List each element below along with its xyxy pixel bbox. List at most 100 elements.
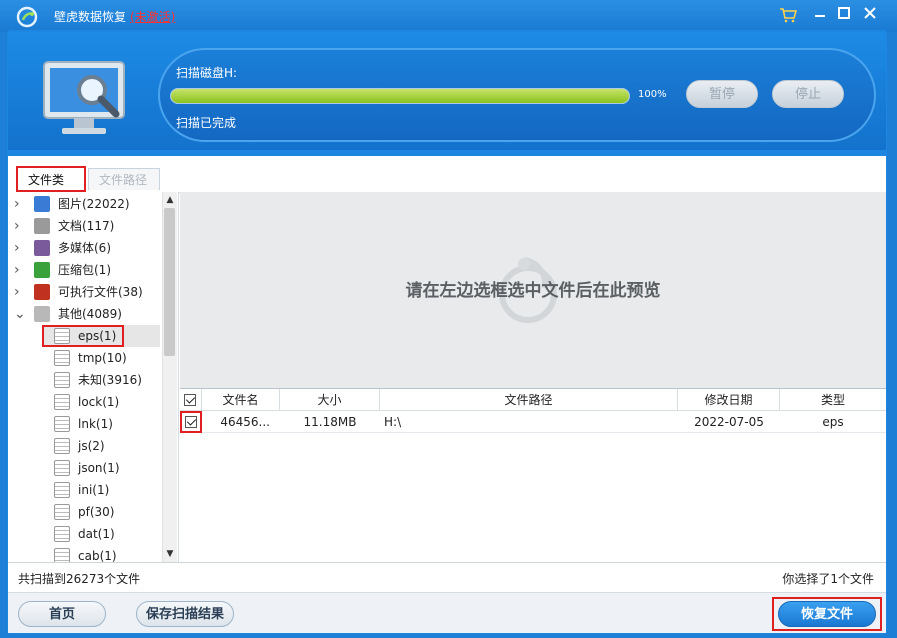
home-button[interactable]: 首页: [18, 601, 106, 627]
scan-header: 扫描磁盘H: 100% 扫描已完成 暂停 停止: [8, 32, 886, 150]
scroll-down-arrow-icon[interactable]: ▼: [163, 546, 177, 562]
selected-item-highlight: [42, 325, 124, 347]
file-icon: [54, 372, 70, 388]
tree-subitem[interactable]: tmp(10): [8, 347, 160, 369]
cell-path: H:\: [380, 411, 678, 433]
file-table: 文件名 大小 文件路径 修改日期 类型 46456... 11.18MB H:\…: [180, 388, 886, 563]
chevron-down-icon[interactable]: ⌄: [14, 303, 26, 325]
status-bar: 共扫描到26273个文件 你选择了1个文件: [8, 562, 886, 591]
tree-item-label: 文档(117): [58, 219, 115, 233]
pause-button[interactable]: 暂停: [686, 80, 758, 108]
progress-fill: [171, 89, 629, 103]
chevron-right-icon[interactable]: ›: [14, 281, 24, 303]
tab-file-type[interactable]: 文件类型: [16, 166, 86, 211]
tree-category[interactable]: › 压缩包(1): [8, 259, 160, 281]
app-title: 壁虎数据恢复: [54, 10, 127, 24]
tree-category[interactable]: › 图片(22022): [8, 193, 160, 215]
tab-bar: 文件类型 文件路径: [8, 156, 886, 211]
bottom-bar: 首页 保存扫描结果 恢复文件: [8, 592, 886, 633]
tree-category[interactable]: › 多媒体(6): [8, 237, 160, 259]
tree-item-label: dat(1): [78, 527, 115, 541]
file-icon: [54, 350, 70, 366]
tree-item-label: lock(1): [78, 395, 120, 409]
file-type-tree: › 图片(22022) › 文档(117) › 多媒体(6) › 压缩包(1) › 可执行文件(3…: [8, 192, 179, 562]
scan-total-count: 共扫描到26273个文件: [18, 572, 141, 586]
tree-item-label: tmp(10): [78, 351, 127, 365]
file-icon: [54, 460, 70, 476]
archive-icon: [34, 262, 50, 278]
select-all-checkbox[interactable]: [184, 394, 196, 406]
progress-panel: 扫描磁盘H: 100% 扫描已完成 暂停 停止: [158, 48, 876, 142]
scan-status-text: 扫描已完成: [176, 116, 237, 130]
tab-file-path[interactable]: 文件路径: [88, 168, 160, 190]
tree-subitem[interactable]: dat(1): [8, 523, 160, 545]
chevron-right-icon[interactable]: ›: [14, 215, 24, 237]
computer-search-icon: [43, 61, 125, 134]
cell-date: 2022-07-05: [678, 411, 780, 433]
column-header-date[interactable]: 修改日期: [678, 389, 780, 411]
tree-subitem[interactable]: lock(1): [8, 391, 160, 413]
save-scan-result-button[interactable]: 保存扫描结果: [136, 601, 234, 627]
tree-subitem[interactable]: lnk(1): [8, 413, 160, 435]
minimize-icon[interactable]: [810, 6, 830, 26]
progress-percent: 100%: [638, 89, 667, 100]
column-header-name[interactable]: 文件名: [202, 389, 280, 411]
file-icon: [54, 504, 70, 520]
tree-item-label: 多媒体(6): [58, 241, 111, 255]
tree-subitem[interactable]: eps(1): [42, 325, 160, 347]
row-checkbox-cell: [180, 411, 202, 433]
executable-icon: [34, 284, 50, 300]
maximize-icon[interactable]: [834, 6, 854, 26]
content-panel: 文件类型 文件路径 › 图片(22022) › 文档(117) › 多媒体(6) › 压缩包(…: [8, 156, 886, 633]
preview-placeholder: 请在左边选框选中文件后在此预览: [405, 281, 661, 301]
selected-count: 你选择了1个文件: [782, 572, 874, 586]
column-header-path[interactable]: 文件路径: [380, 389, 678, 411]
row-checkbox[interactable]: [185, 416, 197, 428]
tree-item-label: lnk(1): [78, 417, 113, 431]
tree-subitem[interactable]: ini(1): [8, 479, 160, 501]
image-icon: [34, 196, 50, 212]
tree-item-label: cab(1): [78, 549, 117, 562]
cart-icon[interactable]: [778, 6, 798, 26]
tree-category[interactable]: › 可执行文件(38): [8, 281, 160, 303]
tree-item-label: pf(30): [78, 505, 115, 519]
scroll-up-arrow-icon[interactable]: ▲: [163, 192, 177, 208]
app-logo-icon: [16, 6, 38, 28]
tree-subitem[interactable]: json(1): [8, 457, 160, 479]
document-icon: [34, 218, 50, 234]
column-header-type[interactable]: 类型: [780, 389, 886, 411]
chevron-right-icon[interactable]: ›: [14, 237, 24, 259]
scan-disk-label: 扫描磁盘H:: [176, 66, 238, 80]
chevron-right-icon[interactable]: ›: [14, 259, 24, 281]
activation-status-link[interactable]: (未激活): [130, 8, 175, 25]
tree-subitem[interactable]: js(2): [8, 435, 160, 457]
tree-item-label: js(2): [78, 439, 105, 453]
tree-scrollbar[interactable]: ▲ ▼: [162, 192, 177, 562]
cell-type: eps: [780, 411, 886, 433]
column-header-size[interactable]: 大小: [280, 389, 380, 411]
tree-item-label: ini(1): [78, 483, 110, 497]
file-icon: [54, 416, 70, 432]
file-icon: [54, 394, 70, 410]
tree-category[interactable]: › 文档(117): [8, 215, 160, 237]
title-bar: 壁虎数据恢复 (未激活): [0, 0, 897, 32]
tree-subitem[interactable]: cab(1): [8, 545, 160, 562]
stop-button[interactable]: 停止: [772, 80, 844, 108]
file-icon: [54, 482, 70, 498]
scroll-thumb[interactable]: [164, 208, 175, 356]
cell-file-name: 46456...: [202, 411, 280, 433]
select-all-header: [180, 389, 202, 411]
preview-pane: 请在左边选框选中文件后在此预览: [180, 192, 886, 388]
close-icon[interactable]: [860, 6, 880, 26]
tree-item-label: 可执行文件(38): [58, 285, 143, 299]
cell-size: 11.18MB: [280, 411, 380, 433]
tree-item-label: 其他(4089): [58, 307, 122, 321]
music-icon: [34, 240, 50, 256]
recover-files-button[interactable]: 恢复文件: [778, 601, 876, 627]
tree-subitem[interactable]: pf(30): [8, 501, 160, 523]
tree-item-label: 未知(3916): [78, 373, 142, 387]
tree-item-label: json(1): [78, 461, 120, 475]
chevron-right-icon[interactable]: ›: [14, 193, 24, 215]
tree-category[interactable]: ⌄ 其他(4089): [8, 303, 160, 325]
tree-subitem[interactable]: 未知(3916): [8, 369, 160, 391]
